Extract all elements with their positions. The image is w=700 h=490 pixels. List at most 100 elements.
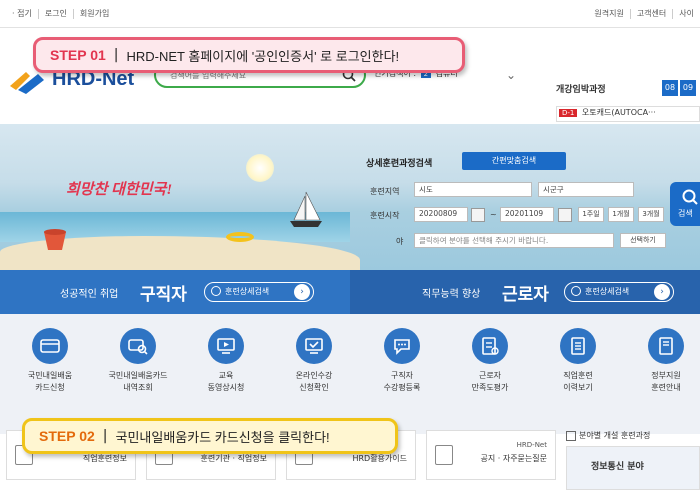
step-02-label: STEP 02 [39,428,95,444]
d-day-badge: D-1 [559,109,578,117]
region-select[interactable]: 시도 [414,182,532,197]
sitemap-link[interactable]: 사이 [672,9,700,19]
list-icon [571,337,585,355]
info-card-notice-faq[interactable]: HRD-Net 공지 · 자주묻는질문 [426,430,556,480]
field-choose-button[interactable]: 선택하기 [620,233,666,248]
worker-title: 근로자 [502,285,549,305]
quick-menu: 국민내일배움카드신청 국민내일배움카드내역조회 교육동영상시청 온라인수강신청확… [0,314,700,434]
job-seeker-title: 구직자 [140,285,187,305]
search-icon [571,286,581,296]
worker-detail-search-button[interactable]: 훈련상세검색 › [564,282,674,302]
card-icon [40,339,60,353]
menu-item-card-apply[interactable]: 국민내일배움카드신청 [10,328,90,394]
survey-icon [482,337,499,355]
detailed-course-search-form: 상세훈련과정검색 간편맞춤검색 훈련지역 시도 시군구 훈련시작 2020080… [366,152,686,270]
login-link[interactable]: 로그인 [37,9,73,19]
quick-search-button[interactable]: 간편맞춤검색 [462,152,566,170]
period-3month-button[interactable]: 3개월 [638,207,664,222]
hero-search-button[interactable]: 검색 [670,182,700,226]
menu-item-line1: 정부지원 [651,371,681,380]
customer-center-link[interactable]: 고객센터 [629,9,672,19]
calendar-icon[interactable] [471,208,485,222]
menu-item-training-history[interactable]: 직업훈련 이력보기 [538,328,618,394]
step-01-callout: STEP 01 | HRD-NET 홈페이지에 '공인인증서' 로 로그인한다! [33,37,465,73]
info-card-title: 직업훈련정보 [82,454,127,463]
sailboat-icon [290,191,322,227]
period-1week-button[interactable]: 1주일 [578,207,604,222]
info-card-title: 훈련기관 · 직업정보 [200,454,267,463]
date-day-2[interactable]: 09 [680,80,696,96]
field-item-label: 정보통신 분야 [591,462,644,472]
field-label: 야 [396,237,404,246]
upcoming-course-name: 오토캐드(AUTOCA··· [581,108,656,117]
menu-item-line2: 동영상시청 [207,383,245,392]
menu-item-line1: 온라인수강 [295,371,333,380]
remote-support-link[interactable]: 원격지원 [588,9,629,19]
menu-item-gov-support[interactable]: 정부지원훈련안내 [626,328,700,394]
menu-item-line2: 수강평등록 [383,383,421,392]
signup-link[interactable]: 회원가입 [72,9,115,19]
date-to-input[interactable]: 20201109 [500,207,554,222]
menu-item-education-video[interactable]: 교육동영상시청 [186,328,266,394]
calendar-icon[interactable] [558,208,572,222]
swim-ring-icon [226,232,254,242]
menu-item-review-register[interactable]: 구직자수강평등록 [362,328,442,394]
date-from-input[interactable]: 20200809 [414,207,468,222]
utility-bar: · 접기 로그인 회원가입 원격지원 고객센터 사이 [0,0,700,28]
worker-detail-search-label: 훈련상세검색 [585,287,630,296]
menu-item-line1: 구직자 [390,371,414,380]
menu-item-line1: 국민내일배움 [27,371,73,380]
chevron-down-icon[interactable]: ⌄ [506,68,516,82]
step-01-message: HRD-NET 홈페이지에 '공인인증서' 로 로그인한다! [126,48,400,64]
hero-slogan: 희망찬 대한민국! [66,182,173,198]
hero-search-label: 검색 [678,209,693,218]
menu-item-line2: 내역조회 [123,383,153,392]
step-02-message: 국민내일배움카드 카드신청을 클릭한다! [115,429,330,445]
region-label: 훈련지역 [370,187,400,196]
search-icon [211,286,221,296]
menu-item-card-history[interactable]: 국민내일배움카드내역조회 [98,328,178,394]
step-01-separator: | [113,47,119,63]
job-seeker-caption: 성공적인 취업 [60,289,119,300]
worker-band: 직무능력 향상 근로자 훈련상세검색 › [350,270,700,314]
date-separator: ~ [490,210,497,219]
menu-item-satisfaction[interactable]: 근로자만족도평가 [450,328,530,394]
menu-item-line1: 근로자 [478,371,502,380]
menu-item-line1: 교육 [218,371,234,380]
upcoming-course-item[interactable]: D-1 오토캐드(AUTOCA··· [556,106,700,122]
district-select[interactable]: 시군구 [538,182,634,197]
date-day-1[interactable]: 08 [662,80,678,96]
audience-bands: 성공적인 취업 구직자 훈련상세검색 › 직무능력 향상 근로자 훈련상세검색 … [0,270,700,314]
menu-item-line2: 카드신청 [35,383,65,392]
menu-item-line2: 만족도평가 [471,383,509,392]
search-form-title: 상세훈련과정검색 [366,159,433,169]
period-1month-button[interactable]: 1개월 [608,207,634,222]
document-icon [435,445,453,465]
chat-icon [394,339,410,355]
course-by-field-panel: 분야별 개설 훈련과정 정보통신 분야 [562,424,700,490]
upcoming-course-title: 개강임박과정 [556,85,606,95]
job-seeker-detail-search-button[interactable]: 훈련상세검색 › [204,282,314,302]
chevron-right-icon: › [294,284,310,300]
job-seeker-band: 성공적인 취업 구직자 훈련상세검색 › [0,270,350,314]
book-icon [659,337,673,355]
info-card-title: 공지 · 자주묻는질문 [480,454,547,463]
monitor-check-icon [305,338,323,354]
info-card-subtitle: HRD-Net [516,441,547,449]
upcoming-course-widget: 개강임박과정 08 09 D-1 오토캐드(AUTOCA··· [556,56,700,126]
start-date-label: 훈련시작 [370,211,400,220]
course-by-field-heading: 분야별 개설 훈련과정 [566,430,650,441]
menu-item-online-confirm[interactable]: 온라인수강신청확인 [274,328,354,394]
field-select-input[interactable]: 클릭하여 분야를 선택해 주시기 바랍니다. [414,233,614,248]
chevron-right-icon: › [654,284,670,300]
collapse-link[interactable]: · 접기 [12,9,38,19]
sun-graphic [246,154,274,182]
hero-banner: 희망찬 대한민국! 상세훈련과정검색 간편맞춤검색 훈련지역 시도 시군구 훈련… [0,124,700,270]
menu-item-line2: 훈련안내 [651,383,681,392]
video-icon [217,338,235,354]
info-card-title: HRD활용가이드 [352,454,407,463]
menu-item-line1: 국민내일배움카드 [108,371,168,380]
field-item-it[interactable]: 정보통신 분야 [566,446,700,490]
menu-item-line2: 이력보기 [563,383,593,392]
menu-item-line2: 신청확인 [299,383,329,392]
